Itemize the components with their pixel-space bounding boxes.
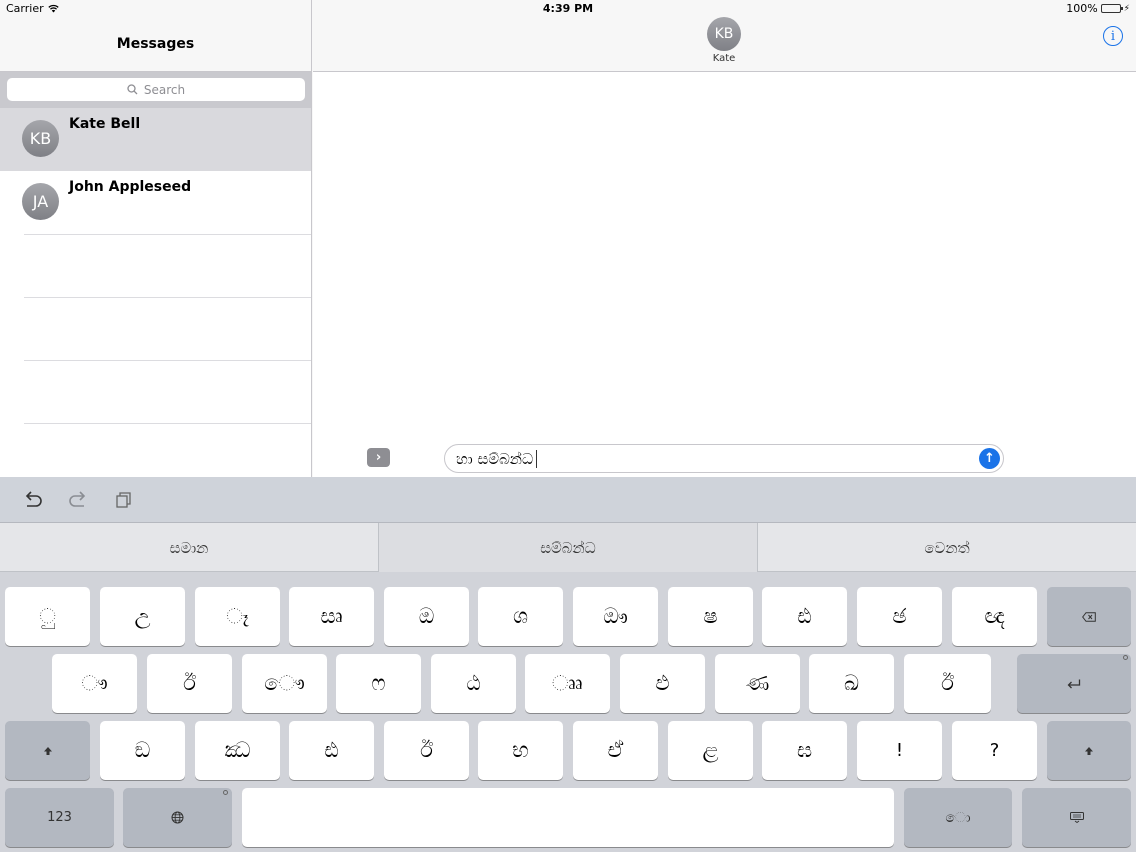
suggestion-item[interactable]: සම්බන්ධ bbox=[379, 523, 757, 572]
key[interactable]: ෞ bbox=[242, 654, 327, 713]
key[interactable]: ඝ bbox=[762, 721, 847, 780]
key[interactable]: ඨ bbox=[431, 654, 516, 713]
conversation-name: John Appleseed bbox=[69, 179, 192, 195]
dismiss-keyboard-key[interactable] bbox=[1022, 788, 1131, 847]
return-icon bbox=[1067, 679, 1081, 688]
key[interactable]: ඥ bbox=[952, 587, 1037, 646]
key[interactable]: ඵ bbox=[620, 654, 705, 713]
key[interactable]: ෆ bbox=[336, 654, 421, 713]
globe-icon bbox=[171, 811, 184, 824]
list-divider bbox=[24, 234, 311, 235]
backspace-key[interactable] bbox=[1047, 587, 1131, 646]
key[interactable]: භ bbox=[478, 721, 563, 780]
redo-icon[interactable] bbox=[66, 489, 90, 511]
key[interactable]: ඊ bbox=[904, 654, 991, 713]
charging-bolt-icon: ⚡ bbox=[1123, 3, 1130, 14]
key[interactable]: ඣ bbox=[195, 721, 280, 780]
search-placeholder: Search bbox=[143, 82, 186, 97]
key[interactable]: ! bbox=[857, 721, 942, 780]
page-title: Messages bbox=[116, 36, 195, 52]
keyboard-shortcut-bar bbox=[0, 477, 1136, 523]
info-icon[interactable]: i bbox=[1103, 26, 1123, 46]
key[interactable]: ඖ bbox=[573, 587, 658, 646]
key[interactable]: ු bbox=[5, 587, 90, 646]
conversation-pane: KB Kate i › හා සම්බන්ධ ↑ bbox=[313, 0, 1136, 477]
battery-percent: 100% bbox=[1066, 2, 1098, 15]
status-bar: Carrier 4:39 PM 100% ⚡ bbox=[0, 0, 1136, 18]
key[interactable]: සෘ bbox=[289, 587, 374, 646]
battery-icon bbox=[1100, 4, 1123, 13]
key[interactable]: ඊ bbox=[384, 721, 469, 780]
key[interactable]: ඪ bbox=[762, 587, 847, 646]
key[interactable]: ශ bbox=[478, 587, 563, 646]
key[interactable]: ෂ bbox=[668, 587, 753, 646]
shift-key-right[interactable] bbox=[1047, 721, 1131, 780]
conversation-item-john-appleseed[interactable]: JA John Appleseed bbox=[0, 171, 311, 234]
suggestion-item[interactable]: වෙනත් bbox=[758, 523, 1136, 572]
suggestion-item[interactable]: සමාන bbox=[0, 523, 378, 572]
return-key[interactable] bbox=[1017, 654, 1131, 713]
key[interactable]: ? bbox=[952, 721, 1037, 780]
key[interactable]: ෲ bbox=[525, 654, 610, 713]
list-divider bbox=[24, 423, 311, 424]
key[interactable]: ඛ bbox=[809, 654, 894, 713]
shift-key-left[interactable] bbox=[5, 721, 90, 780]
key[interactable]: ඊ bbox=[147, 654, 232, 713]
avatar: KB bbox=[22, 120, 59, 157]
message-text: හා සම්බන්ධ bbox=[456, 449, 534, 468]
list-divider bbox=[24, 360, 311, 361]
contact-avatar[interactable]: KB bbox=[707, 17, 741, 51]
key[interactable]: ඞ bbox=[100, 721, 185, 780]
key[interactable]: ඪ bbox=[289, 721, 374, 780]
backspace-icon bbox=[1082, 611, 1096, 622]
contact-name[interactable]: Kate bbox=[674, 53, 774, 64]
keyboard: සමාන සම්බන්ධ වෙනත් ු උ ෑ සෘ ඔ ශ ඖ ෂ ඪ ඡ … bbox=[0, 477, 1136, 852]
message-input[interactable]: හා සම්බන්ධ ↑ bbox=[444, 444, 1004, 473]
search-bar: Search bbox=[0, 72, 311, 108]
key[interactable]: ෑ bbox=[195, 587, 280, 646]
avatar: JA bbox=[22, 183, 59, 220]
list-divider bbox=[24, 297, 311, 298]
chevron-right-icon[interactable]: › bbox=[367, 448, 390, 467]
conversation-list-pane: Messages Search KB Kate Bell JA John App… bbox=[0, 0, 312, 477]
settings-dot-icon bbox=[223, 790, 228, 795]
globe-key[interactable] bbox=[123, 788, 232, 847]
numbers-key[interactable]: 123 bbox=[5, 788, 114, 847]
space-bar[interactable] bbox=[242, 788, 894, 847]
arrow-up-icon[interactable]: ↑ bbox=[979, 448, 1000, 469]
key[interactable]: ඒ bbox=[573, 721, 658, 780]
search-input[interactable]: Search bbox=[7, 78, 305, 101]
search-icon bbox=[127, 84, 138, 95]
battery-indicator: 100% ⚡ bbox=[1066, 2, 1130, 15]
suggestion-bar: සමාන සම්බන්ධ වෙනත් bbox=[0, 523, 1136, 572]
conversation-name: Kate Bell bbox=[69, 116, 141, 132]
text-caret bbox=[536, 449, 538, 468]
keyboard-dismiss-icon bbox=[1069, 812, 1084, 823]
key[interactable]: ඡ bbox=[857, 587, 942, 646]
status-time: 4:39 PM bbox=[542, 2, 594, 15]
conversation-item-kate-bell[interactable]: KB Kate Bell bbox=[0, 108, 311, 171]
vowel-sign-key[interactable]: ො bbox=[904, 788, 1012, 847]
key[interactable]: ෟ bbox=[52, 654, 137, 713]
shift-icon bbox=[1085, 746, 1093, 755]
key[interactable]: ළ bbox=[668, 721, 753, 780]
settings-dot-icon bbox=[1123, 655, 1128, 660]
key[interactable]: ඔ bbox=[384, 587, 469, 646]
wifi-icon bbox=[47, 4, 59, 13]
key[interactable]: උ bbox=[100, 587, 185, 646]
carrier-label: Carrier bbox=[6, 2, 44, 15]
carrier-indicator: Carrier bbox=[6, 2, 59, 15]
undo-icon[interactable] bbox=[21, 489, 45, 511]
key[interactable]: ණ bbox=[715, 654, 800, 713]
shift-icon bbox=[43, 746, 52, 755]
paste-icon[interactable] bbox=[111, 489, 135, 511]
